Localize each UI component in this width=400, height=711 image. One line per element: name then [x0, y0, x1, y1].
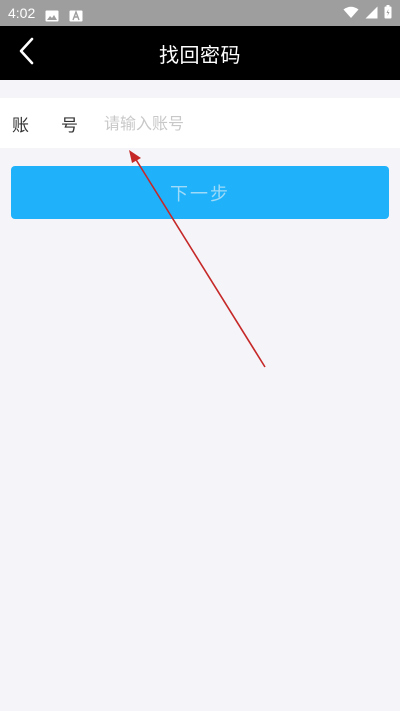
back-button[interactable] — [8, 34, 46, 72]
account-label-char-1: 账 — [12, 115, 29, 136]
title-bar: 找回密码 — [0, 26, 400, 80]
battery-icon — [384, 4, 392, 23]
account-label-char-2: 号 — [61, 115, 78, 136]
page-title: 找回密码 — [159, 42, 241, 67]
status-left: 4:02 — [8, 5, 83, 22]
signal-icon — [365, 4, 378, 23]
status-bar: 4:02 — [0, 0, 400, 26]
account-input[interactable] — [96, 98, 400, 148]
image-icon — [45, 7, 59, 22]
status-time: 4:02 — [8, 5, 36, 21]
wifi-icon — [343, 4, 359, 23]
account-row: 账 号 — [0, 98, 400, 148]
chevron-left-icon — [16, 37, 38, 69]
account-label: 账 号 — [0, 111, 96, 136]
next-step-button[interactable]: 下一步 — [11, 166, 389, 219]
status-right — [343, 4, 392, 23]
a-icon — [69, 7, 83, 22]
